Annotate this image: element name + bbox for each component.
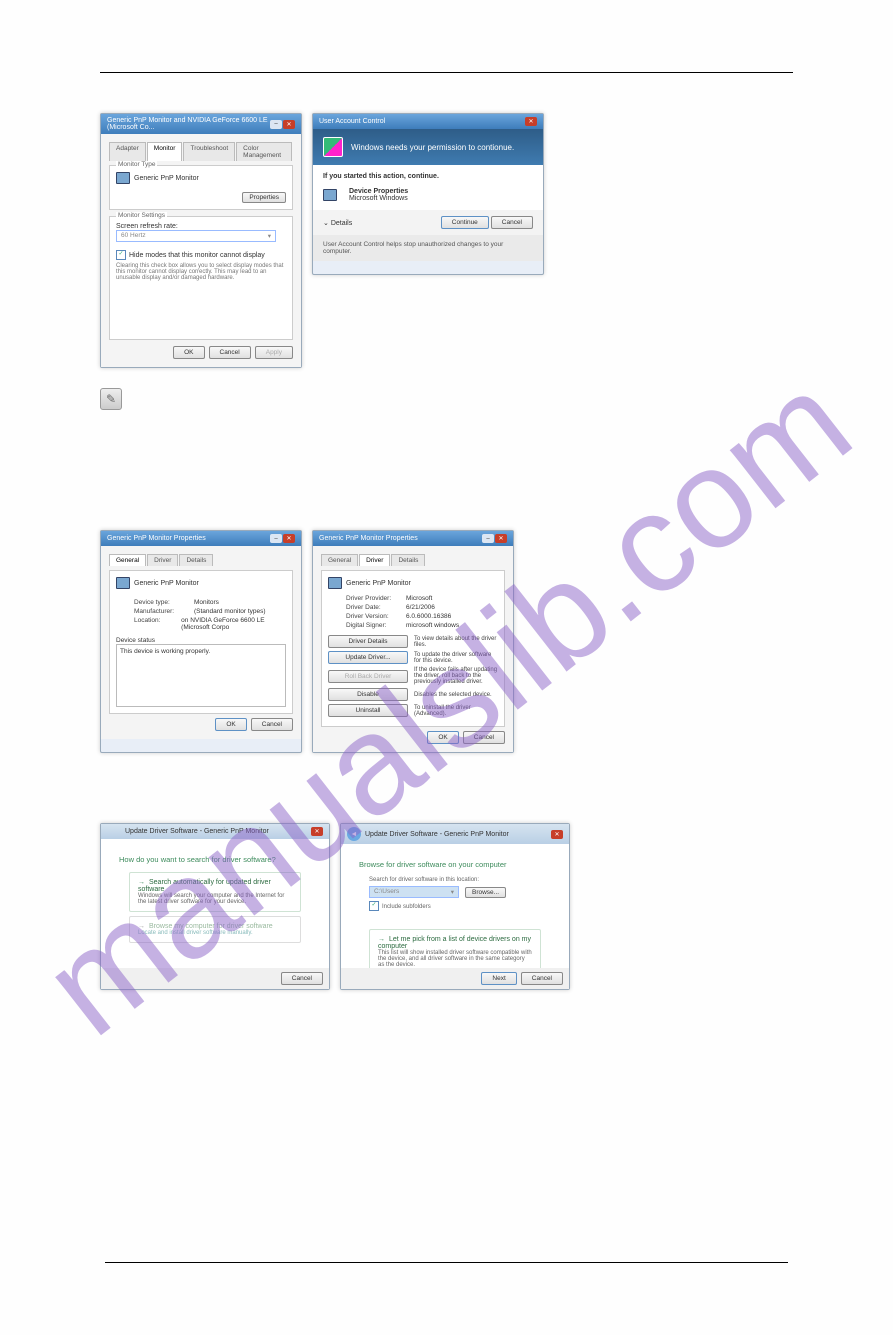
tab-color-management[interactable]: Color Management	[236, 142, 292, 161]
close-icon[interactable]: ✕	[525, 117, 537, 126]
path-combo[interactable]: C:\Users▾	[369, 886, 459, 898]
details-link[interactable]: Details	[331, 220, 352, 227]
uac-app-name: Device Properties	[349, 188, 408, 195]
option-auto-search[interactable]: →Search automatically for updated driver…	[129, 872, 301, 912]
window-title: Update Driver Software - Generic PnP Mon…	[365, 831, 509, 838]
cancel-button[interactable]: Cancel	[281, 972, 323, 985]
properties-button[interactable]: Properties	[242, 192, 286, 203]
update-driver-button[interactable]: Update Driver...	[328, 651, 408, 664]
rollback-driver-button[interactable]: Roll Back Driver	[328, 670, 408, 683]
window-title: Generic PnP Monitor Properties	[107, 535, 206, 542]
cancel-button[interactable]: Cancel	[251, 718, 293, 731]
tab-general[interactable]: General	[321, 554, 358, 566]
ok-button[interactable]: OK	[427, 731, 458, 744]
arrow-icon: →	[378, 936, 385, 943]
browse-button[interactable]: Browse...	[465, 887, 506, 898]
app-icon	[323, 189, 337, 201]
wizard-heading: Browse for driver software on your compu…	[359, 860, 551, 869]
uninstall-button[interactable]: Uninstall	[328, 704, 408, 717]
uac-app-vendor: Microsoft Windows	[349, 195, 408, 202]
device-properties-driver: Generic PnP Monitor Properties –✕ Genera…	[312, 530, 514, 753]
ok-button[interactable]: OK	[215, 718, 246, 731]
refresh-rate-select[interactable]: 60 Hertz▾	[116, 230, 276, 242]
ok-button[interactable]: OK	[173, 346, 204, 359]
driver-details-button[interactable]: Driver Details	[328, 635, 408, 648]
status-text: This device is working properly.	[116, 644, 286, 707]
cancel-button[interactable]: Cancel	[463, 731, 505, 744]
tab-troubleshoot[interactable]: Troubleshoot	[183, 142, 235, 161]
window-title: Generic PnP Monitor and NVIDIA GeForce 6…	[107, 117, 270, 131]
close-icon[interactable]: ✕	[311, 827, 323, 836]
uac-if-started: If you started this action, continue.	[323, 173, 533, 180]
tab-general[interactable]: General	[109, 554, 146, 566]
tab-monitor[interactable]: Monitor	[147, 142, 183, 161]
hide-modes-description: Clearing this check box allows you to se…	[116, 263, 286, 281]
back-icon[interactable]: ◄	[347, 827, 361, 841]
window-title: Generic PnP Monitor Properties	[319, 535, 418, 542]
cancel-button[interactable]: Cancel	[521, 972, 563, 985]
monitor-settings-label: Monitor Settings	[116, 212, 167, 219]
chevron-down-icon: ▾	[451, 888, 454, 896]
update-driver-wizard-browse: ◄ Update Driver Software - Generic PnP Mo…	[340, 823, 570, 990]
monitor-icon	[116, 172, 130, 184]
device-name: Generic PnP Monitor	[346, 580, 411, 587]
continue-button[interactable]: Continue	[441, 216, 489, 229]
monitor-name: Generic PnP Monitor	[134, 175, 199, 182]
update-driver-wizard-search: Update Driver Software - Generic PnP Mon…	[100, 823, 330, 990]
minimize-icon[interactable]: –	[482, 534, 494, 543]
cancel-button[interactable]: Cancel	[209, 346, 251, 359]
monitor-icon	[116, 577, 130, 589]
uac-header: Windows needs your permission to contion…	[313, 129, 543, 165]
include-subfolders-checkbox[interactable]: ✓	[369, 901, 379, 911]
close-icon[interactable]: ✕	[283, 120, 295, 129]
note-icon: ✎	[100, 388, 122, 410]
minimize-icon[interactable]: –	[270, 534, 282, 543]
tab-strip: Adapter Monitor Troubleshoot Color Manag…	[109, 142, 293, 161]
tab-details[interactable]: Details	[179, 554, 213, 566]
monitor-icon	[328, 577, 342, 589]
arrow-icon: →	[138, 879, 145, 886]
window-title: Update Driver Software - Generic PnP Mon…	[125, 828, 269, 835]
wizard-question: How do you want to search for driver sof…	[119, 855, 311, 864]
search-loc-label: Search for driver software in this locat…	[369, 877, 541, 883]
monitor-properties-dialog: Generic PnP Monitor and NVIDIA GeForce 6…	[100, 113, 302, 368]
uac-headline: Windows needs your permission to contion…	[351, 143, 514, 152]
monitor-type-label: Monitor Type	[116, 161, 157, 168]
tab-driver[interactable]: Driver	[359, 554, 390, 566]
option-browse[interactable]: →Browse my computer for driver software …	[129, 916, 301, 943]
close-icon[interactable]: ✕	[283, 534, 295, 543]
chevron-down-icon: ▾	[268, 232, 271, 240]
arrow-icon: →	[138, 923, 145, 930]
tab-adapter[interactable]: Adapter	[109, 142, 146, 161]
close-icon[interactable]: ✕	[551, 830, 563, 839]
cancel-button[interactable]: Cancel	[491, 216, 533, 229]
refresh-rate-label: Screen refresh rate:	[116, 223, 286, 230]
minimize-icon[interactable]: –	[270, 120, 282, 129]
apply-button[interactable]: Apply	[255, 346, 293, 359]
window-title: User Account Control	[319, 118, 385, 125]
hide-modes-label: Hide modes that this monitor cannot disp…	[129, 252, 265, 259]
hide-modes-checkbox[interactable]: ✓	[116, 250, 126, 260]
titlebar: Generic PnP Monitor and NVIDIA GeForce 6…	[101, 114, 301, 134]
tab-driver[interactable]: Driver	[147, 554, 178, 566]
uac-footer: User Account Control helps stop unauthor…	[313, 235, 543, 261]
next-button[interactable]: Next	[481, 972, 516, 985]
status-label: Device status	[116, 637, 286, 644]
close-icon[interactable]: ✕	[495, 534, 507, 543]
uac-dialog: User Account Control ✕ Windows needs you…	[312, 113, 544, 275]
device-properties-general: Generic PnP Monitor Properties –✕ Genera…	[100, 530, 302, 753]
titlebar: User Account Control ✕	[313, 114, 543, 129]
device-name: Generic PnP Monitor	[134, 580, 199, 587]
tab-details[interactable]: Details	[391, 554, 425, 566]
disable-button[interactable]: Disable	[328, 688, 408, 701]
shield-icon	[323, 137, 343, 157]
top-rule	[100, 72, 793, 73]
